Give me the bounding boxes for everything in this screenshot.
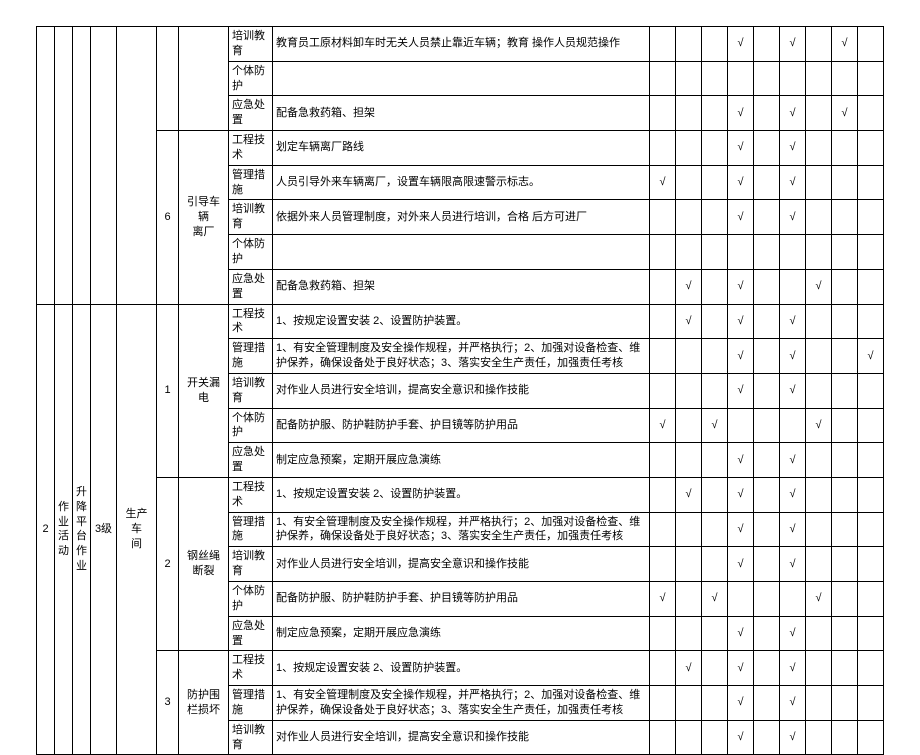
chk: √ (728, 27, 754, 62)
sub-idx: 6 (157, 131, 179, 304)
table-row: 6 引导车 辆离厂 工程技术划定车辆离厂路线 √√ (37, 131, 884, 166)
chk (858, 27, 884, 62)
chk: √ (780, 27, 806, 62)
chk (702, 27, 728, 62)
chk (806, 27, 832, 62)
table-row: 培训教育 教育员工原材料卸车时无关人员禁止靠近车辆；教育 操作人员规范操作 √ … (37, 27, 884, 62)
table-row: 2 作业活动 升降平台作业 3级 生产 车间 1 开关漏 电 工程技术1、按规定… (37, 304, 884, 339)
equip: 升降平台作业 (73, 304, 91, 755)
cell-v: 教育员工原材料卸车时无关人员禁止靠近车辆；教育 操作人员规范操作 (273, 27, 650, 62)
chk (650, 27, 676, 62)
seq: 2 (37, 304, 55, 755)
chk (676, 27, 702, 62)
risk-table: 培训教育 教育员工原材料卸车时无关人员禁止靠近车辆；教育 操作人员规范操作 √ … (36, 26, 884, 755)
cell-k: 培训教育 (229, 27, 273, 62)
sub-name: 引导车 辆离厂 (179, 131, 229, 304)
chk: √ (832, 27, 858, 62)
chk (754, 27, 780, 62)
activity: 作业活动 (55, 304, 73, 755)
location: 生产 车间 (117, 304, 157, 755)
level: 3级 (91, 304, 117, 755)
